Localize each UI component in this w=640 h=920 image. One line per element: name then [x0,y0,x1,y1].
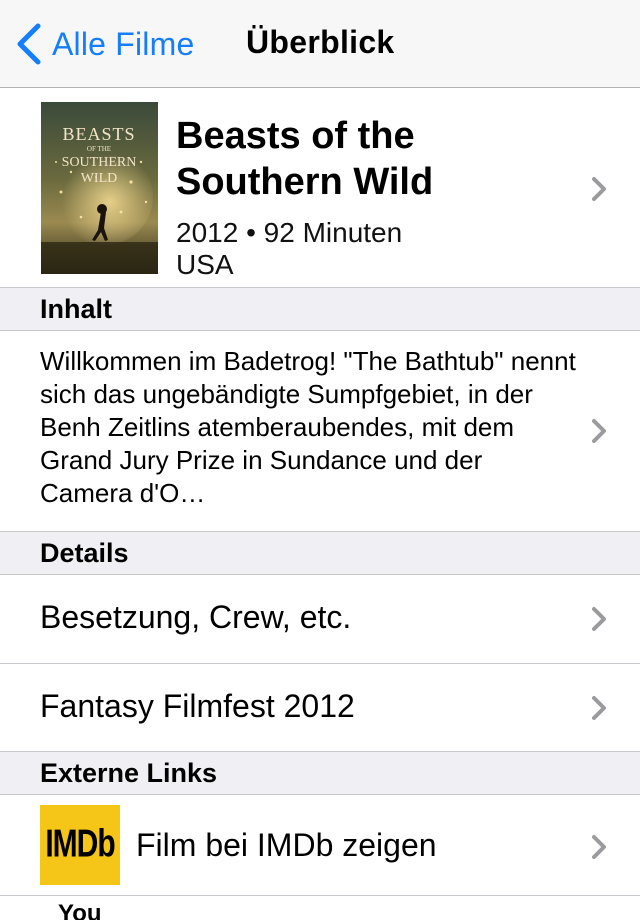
chevron-right-icon [592,696,606,720]
chevron-left-icon [17,23,41,65]
imdb-row[interactable]: IMDb Film bei IMDb zeigen [0,795,640,895]
section-title: Externe Links [40,758,218,788]
poster-title-text: OF THE [87,145,111,153]
partial-row-text: You [58,900,102,920]
chevron-right-icon [592,607,606,631]
section-title: Inhalt [40,294,112,324]
poster-title-text: WILD [81,171,118,186]
chevron-right-icon [592,177,606,201]
festival-row[interactable]: Fantasy Filmfest 2012 [0,664,640,752]
back-label: Alle Filme [52,25,195,62]
poster-artwork: BEASTS OF THE SOUTHERN WILD [41,102,158,274]
movie-title: Beasts of the Southern Wild [176,113,556,205]
synopsis-cell[interactable]: Willkommen im Badetrog! "The Bathtub" ne… [0,331,640,530]
movie-poster: BEASTS OF THE SOUTHERN WILD [41,102,158,274]
imdb-logo: IMDb [40,805,120,885]
chevron-right-icon [592,419,606,443]
movie-title-line: Southern Wild [176,161,434,203]
movie-header-cell[interactable]: BEASTS OF THE SOUTHERN WILD Beasts of th… [0,89,640,287]
movie-country: USA [176,249,234,280]
row-label: Film bei IMDb zeigen [136,827,437,863]
poster-title-text: BEASTS [62,124,135,144]
section-header-inhalt: Inhalt [0,287,640,331]
back-button[interactable]: Alle Filme [14,22,194,66]
section-header-details: Details [0,531,640,575]
poster-title-text: SOUTHERN [62,155,137,170]
synopsis-text: Willkommen im Badetrog! "The Bathtub" ne… [40,346,576,508]
movie-year-duration: 2012 • 92 Minuten [176,217,403,248]
row-label: Fantasy Filmfest 2012 [40,688,355,724]
row-label: Besetzung, Crew, etc. [40,599,352,635]
row-divider [0,895,640,896]
section-header-links: Externe Links [0,751,640,795]
navigation-bar: Alle Filme Überblick [0,0,640,88]
page-title: Überblick [246,24,395,60]
movie-title-line: Beasts of the [176,115,415,157]
section-title: Details [40,538,129,568]
chevron-right-icon [592,835,606,859]
imdb-logo-text: IMDb [45,822,115,866]
cast-crew-row[interactable]: Besetzung, Crew, etc. [0,575,640,663]
